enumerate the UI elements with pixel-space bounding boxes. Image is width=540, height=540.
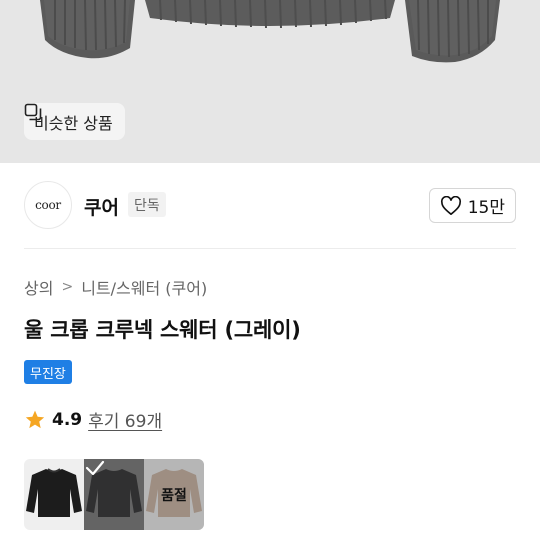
similar-products-button[interactable]: 비슷한 상품 bbox=[24, 103, 125, 140]
rating-score: 4.9 bbox=[52, 409, 83, 430]
like-count: 15만 bbox=[467, 198, 505, 218]
divider bbox=[24, 248, 516, 249]
star-icon bbox=[25, 410, 45, 428]
similar-products-label: 비슷한 상품 bbox=[34, 113, 113, 133]
product-title: 울 크롭 크루넥 스웨터 (그레이) bbox=[24, 318, 301, 342]
soldout-label: 품절 bbox=[161, 487, 187, 504]
like-button[interactable]: 15만 bbox=[428, 188, 516, 223]
reviews-link[interactable]: 후기 69개 bbox=[88, 407, 162, 432]
product-image[interactable]: 비슷한 상품 bbox=[0, 0, 540, 163]
copy-icon bbox=[24, 103, 42, 121]
brand-name[interactable]: 쿠어 bbox=[84, 193, 119, 220]
brand-logo-text: coor bbox=[35, 198, 61, 212]
selected-overlay bbox=[84, 459, 144, 530]
swatch-black[interactable] bbox=[24, 459, 84, 530]
color-options: 품절 bbox=[24, 459, 204, 530]
promo-tag: 무진장 bbox=[24, 360, 72, 384]
breadcrumb-item-category[interactable]: 상의 bbox=[24, 275, 53, 299]
swatch-gray[interactable] bbox=[84, 459, 144, 530]
black-sweater-thumbnail bbox=[24, 459, 84, 530]
chevron-right-icon: > bbox=[61, 279, 74, 295]
soldout-overlay: 품절 bbox=[144, 459, 204, 530]
exclusive-badge: 단독 bbox=[128, 192, 166, 217]
brand-row: coor 쿠어 단독 15만 bbox=[0, 163, 540, 248]
breadcrumb-item-subcategory[interactable]: 니트/스웨터 (쿠어) bbox=[81, 275, 207, 299]
checkmark-icon bbox=[85, 460, 105, 476]
swatch-brown[interactable]: 품절 bbox=[144, 459, 204, 530]
heart-icon bbox=[440, 195, 461, 215]
rating-row: 4.9 후기 69개 bbox=[24, 407, 162, 432]
brand-logo[interactable]: coor bbox=[24, 181, 72, 229]
breadcrumb: 상의 > 니트/스웨터 (쿠어) bbox=[24, 275, 207, 299]
